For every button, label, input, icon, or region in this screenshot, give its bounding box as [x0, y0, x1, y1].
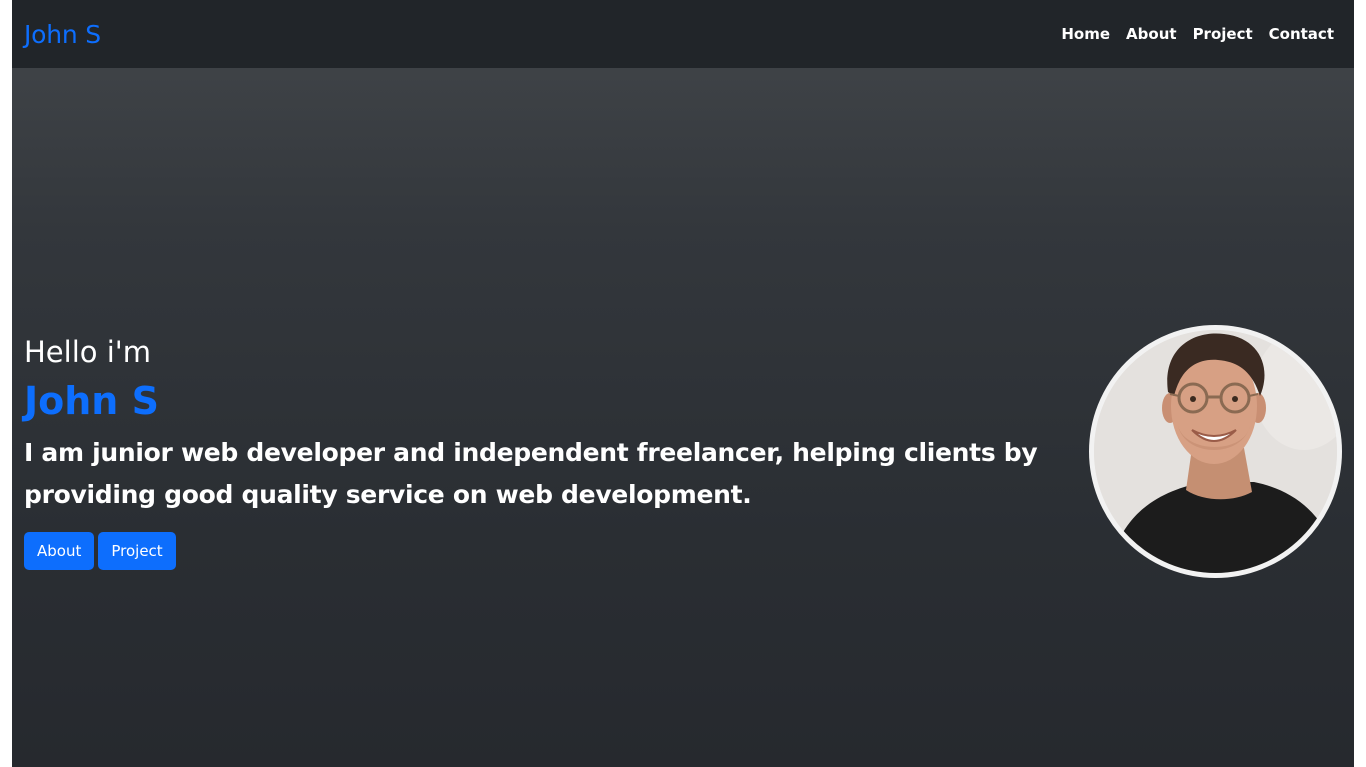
nav-link-project[interactable]: Project	[1193, 25, 1253, 43]
nav-links: Home About Project Contact	[1061, 25, 1334, 43]
hero-section: Hello i'm John S I am junior web develop…	[24, 332, 1104, 570]
nav-link-contact[interactable]: Contact	[1269, 25, 1334, 43]
brand-logo-link[interactable]: John S	[24, 20, 101, 49]
hero-name: John S	[24, 379, 159, 423]
profile-photo-icon	[1089, 325, 1342, 578]
about-button[interactable]: About	[24, 532, 95, 570]
project-button[interactable]: Project	[98, 532, 176, 570]
page: John S Home About Project Contact Hello …	[12, 0, 1354, 767]
hero-button-row: About Project	[24, 532, 1104, 570]
navbar: John S Home About Project Contact	[12, 0, 1354, 68]
hero-tagline: I am junior web developer and independen…	[24, 438, 1038, 509]
hero-greeting: Hello i'm	[24, 335, 152, 369]
nav-link-about[interactable]: About	[1126, 25, 1177, 43]
nav-link-home[interactable]: Home	[1061, 25, 1110, 43]
